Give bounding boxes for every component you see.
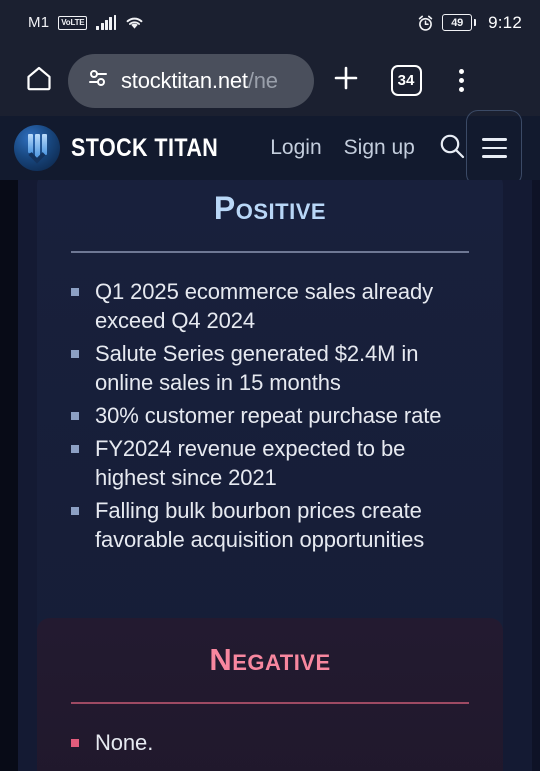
list-item: 30% customer repeat purchase rate	[71, 401, 469, 430]
site-header: STOCK TITAN Login Sign up	[0, 110, 540, 186]
hamburger-menu-icon	[481, 138, 507, 141]
list-item: Salute Series generated $2.4M in online …	[71, 339, 469, 397]
hamburger-menu-icon-line3	[481, 155, 507, 158]
bullet-icon	[71, 445, 79, 453]
bullet-icon	[71, 507, 79, 515]
three-dot-menu-icon-dot3	[458, 87, 464, 92]
stock-titan-logo-icon[interactable]	[14, 125, 60, 171]
positive-card-title: Positive	[213, 190, 327, 226]
list-item-text: None.	[95, 730, 154, 755]
list-item-text: FY2024 revenue expected to be highest si…	[95, 436, 406, 490]
search-icon	[437, 131, 467, 166]
tab-switcher-button[interactable]: 34	[378, 56, 434, 106]
home-button[interactable]	[16, 58, 62, 104]
list-item: Falling bulk bourbon prices create favor…	[71, 496, 469, 554]
url-path: /ne	[247, 67, 278, 93]
list-item-text: Salute Series generated $2.4M in online …	[95, 341, 419, 395]
phone-screen: M1 VoLTE 49 9:12 stocktitan.net/ne 34 ST…	[0, 0, 540, 771]
three-dot-menu-icon-dot2	[458, 78, 464, 83]
brand-title[interactable]: STOCK TITAN	[71, 134, 218, 163]
negative-card-title: Negative	[209, 642, 331, 677]
three-dot-menu-icon	[458, 69, 464, 74]
list-item-text: Falling bulk bourbon prices create favor…	[95, 498, 425, 552]
bullet-icon	[71, 412, 79, 420]
bullet-icon	[71, 350, 79, 358]
clock-label: 9:12	[488, 12, 522, 32]
hamburger-menu-icon-line2	[481, 146, 507, 150]
battery-level-label: 49	[442, 14, 473, 31]
list-item-text: Q1 2025 ecommerce sales already exceed Q…	[95, 279, 434, 333]
status-bar-right: 49 9:12	[417, 13, 522, 33]
page-content: Positive Q1 2025 ecommerce sales already…	[0, 180, 540, 771]
plus-icon	[331, 63, 361, 98]
site-settings-sliders-icon[interactable]	[86, 66, 110, 95]
page-right-edge	[532, 180, 540, 771]
list-item-text: 30% customer repeat purchase rate	[95, 403, 442, 428]
wifi-icon	[125, 15, 144, 30]
battery-indicator: 49	[442, 14, 477, 31]
login-link[interactable]: Login	[270, 136, 321, 160]
bullet-icon	[71, 739, 79, 747]
list-item: Q1 2025 ecommerce sales already exceed Q…	[71, 277, 469, 335]
negative-card: Negative None.	[37, 618, 503, 771]
signup-link[interactable]: Sign up	[344, 136, 415, 160]
tab-count-badge: 34	[390, 65, 422, 96]
carrier-label: M1	[28, 14, 50, 31]
home-icon	[24, 63, 54, 98]
status-bar-left: M1 VoLTE	[28, 14, 144, 31]
header-nav: Login Sign up	[270, 136, 415, 160]
alarm-clock-icon	[417, 15, 433, 31]
browser-toolbar: stocktitan.net/ne 34	[0, 45, 540, 116]
search-button[interactable]	[435, 131, 469, 165]
bullet-icon	[71, 288, 79, 296]
list-item: None.	[71, 728, 469, 757]
positive-card-divider	[71, 251, 469, 253]
url-domain: stocktitan.net	[121, 67, 248, 93]
battery-tip	[473, 19, 477, 26]
negative-card-divider	[71, 702, 469, 704]
volte-badge: VoLTE	[58, 15, 88, 30]
browser-menu-button[interactable]	[438, 56, 484, 106]
list-item: FY2024 revenue expected to be highest si…	[71, 434, 469, 492]
address-bar[interactable]: stocktitan.net/ne	[68, 53, 314, 108]
negative-points-list: None.	[71, 728, 469, 757]
hamburger-menu-button[interactable]	[466, 110, 522, 186]
signal-bars-icon	[96, 15, 117, 30]
new-tab-button[interactable]	[318, 56, 374, 106]
page-left-edge	[0, 180, 18, 771]
url-text: stocktitan.net/ne	[121, 68, 278, 94]
status-bar: M1 VoLTE 49 9:12	[0, 0, 540, 45]
positive-points-list: Q1 2025 ecommerce sales already exceed Q…	[71, 277, 469, 554]
